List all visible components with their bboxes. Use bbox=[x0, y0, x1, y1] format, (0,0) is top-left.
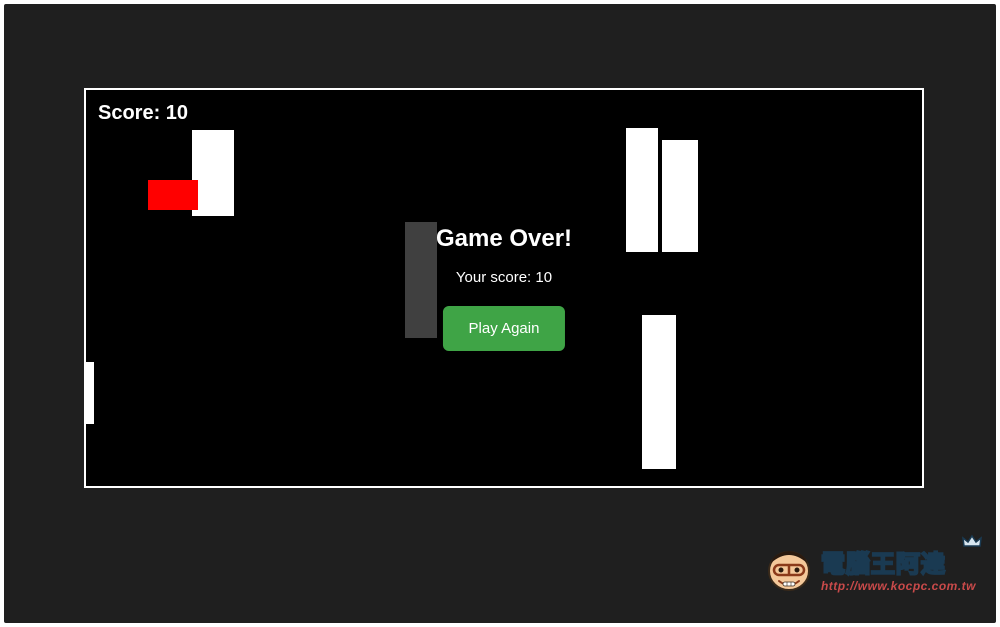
watermark-cn-text: 電腦王阿達 bbox=[821, 544, 976, 579]
watermark: 電腦王阿達 http://www.kocpc.com.tw bbox=[765, 544, 976, 593]
player-block bbox=[148, 180, 198, 210]
watermark-text: 電腦王阿達 http://www.kocpc.com.tw bbox=[821, 544, 976, 593]
page-background: Score: 10 Game Over! Your score: 10 Play… bbox=[4, 4, 996, 623]
obstacle-block bbox=[84, 362, 94, 424]
obstacle-block bbox=[192, 130, 234, 216]
score-display: Score: 10 bbox=[98, 102, 188, 125]
crown-icon bbox=[962, 534, 982, 548]
game-over-title: Game Over! bbox=[436, 225, 572, 253]
watermark-url-text: http://www.kocpc.com.tw bbox=[821, 579, 976, 593]
obstacle-block bbox=[662, 140, 698, 252]
final-score-text: Your score: 10 bbox=[436, 269, 572, 286]
obstacle-block bbox=[642, 315, 676, 469]
play-again-button[interactable]: Play Again bbox=[443, 306, 566, 351]
mascot-face-icon bbox=[765, 545, 813, 593]
game-over-panel: Game Over! Your score: 10 Play Again bbox=[436, 225, 572, 351]
game-canvas: Score: 10 Game Over! Your score: 10 Play… bbox=[84, 88, 924, 488]
obstacle-block bbox=[626, 128, 658, 252]
shadow-block bbox=[405, 222, 437, 338]
